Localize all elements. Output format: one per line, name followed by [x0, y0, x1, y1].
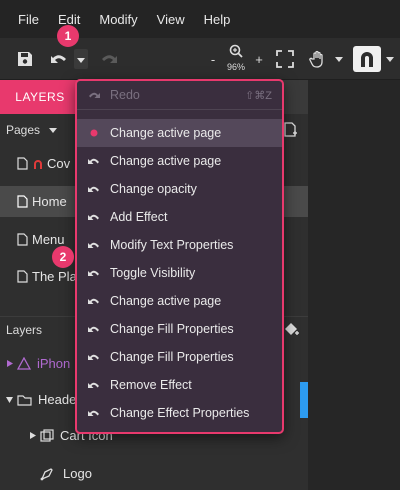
fit-screen-icon — [276, 50, 294, 68]
menu-modify[interactable]: Modify — [99, 12, 137, 27]
history-item[interactable]: Modify Text Properties — [77, 231, 282, 259]
history-label: Add Effect — [110, 210, 168, 224]
history-label: Change Fill Properties — [110, 322, 234, 336]
annotation-badge-1: 1 — [57, 25, 79, 47]
expand-arrow-icon — [30, 432, 36, 439]
layer-item[interactable]: Logo — [0, 458, 308, 489]
history-label: Modify Text Properties — [110, 238, 234, 252]
history-label: Change active page — [110, 154, 222, 168]
chevron-down-icon — [74, 49, 88, 69]
hand-tool-button[interactable] — [306, 38, 330, 80]
history-item[interactable]: Change Effect Properties — [77, 399, 282, 427]
pages-header-label: Pages — [6, 123, 41, 137]
redo-icon — [89, 92, 100, 98]
undo-icon — [88, 158, 99, 164]
menu-help[interactable]: Help — [204, 12, 231, 27]
history-item[interactable]: Change active page — [77, 287, 282, 315]
layer-label: iPhon — [37, 356, 71, 371]
menu-file[interactable]: File — [18, 12, 39, 27]
folder-icon — [17, 394, 32, 406]
history-item[interactable]: Add Effect — [77, 203, 282, 231]
annotation-badge-2: 2 — [52, 246, 74, 268]
chevron-down-icon[interactable] — [48, 126, 58, 134]
history-item[interactable]: Change Fill Properties — [77, 343, 282, 371]
page-label: Home — [32, 194, 67, 209]
undo-icon — [88, 270, 99, 276]
magnet-icon — [353, 46, 381, 72]
redo-label: Redo — [110, 88, 140, 102]
zoom-icon[interactable] — [226, 38, 246, 64]
page-label: Cov — [47, 156, 71, 171]
page-icon — [17, 270, 28, 283]
history-item-current[interactable]: Change active page — [77, 119, 282, 147]
undo-icon — [88, 410, 99, 416]
undo-icon — [88, 354, 99, 360]
snap-magnet-button[interactable] — [352, 38, 382, 80]
undo-icon — [88, 186, 99, 192]
undo-icon — [88, 214, 99, 220]
history-label: Change Effect Properties — [110, 406, 250, 420]
redo-button[interactable] — [96, 38, 122, 80]
zoom-out-button[interactable]: - — [206, 38, 220, 80]
undo-icon — [88, 242, 99, 248]
add-page-icon[interactable] — [282, 122, 298, 138]
history-label: Change active page — [110, 126, 222, 140]
history-item[interactable]: Change opacity — [77, 175, 282, 203]
page-icon — [17, 157, 28, 170]
magnet-icon — [34, 159, 42, 169]
layer-label: Logo — [63, 466, 92, 481]
pen-path-icon — [40, 467, 53, 480]
history-label: Change Fill Properties — [110, 350, 234, 364]
zoom-in-button[interactable]: + — [252, 38, 266, 80]
canvas-area[interactable] — [308, 80, 400, 490]
menu-view[interactable]: View — [157, 12, 185, 27]
undo-icon — [88, 298, 99, 304]
history-redo-item[interactable]: Redo ⇧⌘Z — [77, 81, 282, 109]
undo-icon — [88, 326, 99, 332]
chevron-down-icon — [335, 57, 343, 62]
save-icon — [18, 52, 32, 66]
history-label: Change active page — [110, 294, 222, 308]
save-button[interactable] — [12, 38, 38, 80]
hand-icon — [309, 50, 323, 68]
zoom-level: 96% — [226, 62, 245, 72]
page-icon — [17, 233, 28, 246]
add-layer-icon[interactable] — [284, 321, 300, 337]
undo-icon — [51, 55, 66, 63]
chevron-down-icon — [386, 57, 394, 62]
selection-indicator — [300, 382, 308, 418]
page-label: The Pla — [32, 269, 77, 284]
history-label: Remove Effect — [110, 378, 192, 392]
expand-arrow-icon — [7, 360, 13, 367]
history-item[interactable]: Remove Effect — [77, 371, 282, 399]
history-item[interactable]: Change Fill Properties — [77, 315, 282, 343]
undo-history-dropdown: Redo ⇧⌘Z Change active page Change activ… — [75, 79, 284, 434]
layers-header-label: Layers — [6, 322, 43, 337]
separator — [77, 109, 282, 110]
collapse-arrow-icon — [6, 396, 13, 403]
redo-icon — [102, 55, 117, 63]
symbol-icon — [17, 357, 31, 370]
redo-shortcut: ⇧⌘Z — [245, 89, 272, 102]
snap-dropdown[interactable] — [384, 38, 396, 80]
group-icon — [40, 429, 54, 442]
history-item[interactable]: Change active page — [77, 147, 282, 175]
page-label: Menu — [32, 232, 65, 247]
history-label: Toggle Visibility — [110, 266, 196, 280]
current-state-dot-icon — [90, 129, 98, 137]
page-icon — [17, 195, 28, 208]
tab-layers[interactable]: LAYERS — [0, 80, 80, 114]
history-item[interactable]: Toggle Visibility — [77, 259, 282, 287]
fit-screen-button[interactable] — [274, 38, 296, 80]
history-label: Change opacity — [110, 182, 197, 196]
hand-tool-dropdown[interactable] — [333, 38, 345, 80]
undo-icon — [88, 382, 99, 388]
layer-label: Heade — [38, 392, 77, 407]
